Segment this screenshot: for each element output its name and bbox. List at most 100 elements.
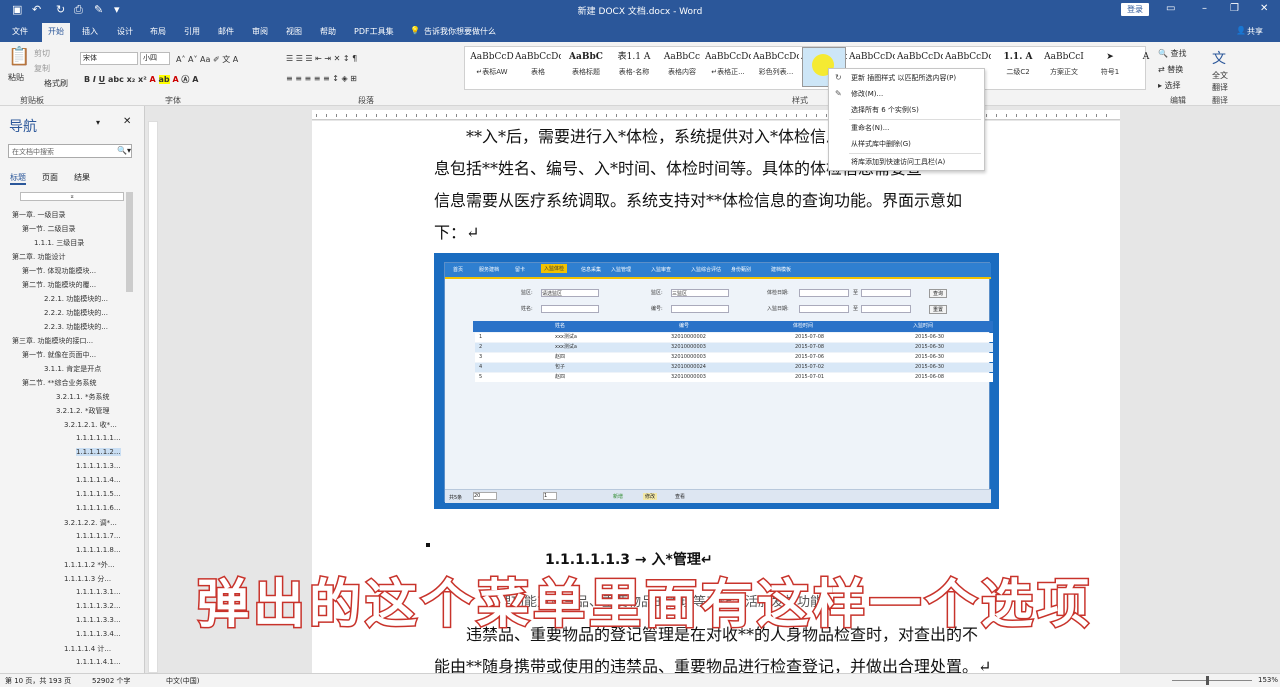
nav-heading-item[interactable]: 第二章. 功能设计 bbox=[12, 252, 65, 262]
style-item[interactable]: AaBbCcD ↵表标AW bbox=[469, 47, 515, 85]
nav-heading-item[interactable]: 1.1.1.1.1.1... bbox=[76, 434, 121, 442]
nav-heading-item[interactable]: 1.1.1.1.4.1... bbox=[76, 658, 121, 666]
nav-heading-item[interactable]: 1.1.1.1.3.2... bbox=[76, 602, 121, 610]
menu-remove-from-gallery[interactable]: 从样式库中删除(G) bbox=[851, 139, 911, 149]
nav-heading-item[interactable]: 第一节. 体现功能模块... bbox=[22, 266, 96, 276]
nav-heading-item[interactable]: 1.1.1.1.1.8... bbox=[76, 546, 121, 554]
nav-heading-item[interactable]: 3.2.1.2. *政管理 bbox=[56, 406, 109, 416]
page-count[interactable]: 第 10 页，共 193 页 bbox=[5, 676, 71, 686]
nav-heading-item[interactable]: 1.1.1.1.3.1... bbox=[76, 588, 121, 596]
word-count[interactable]: 52902 个字 bbox=[92, 676, 131, 686]
nav-heading-item[interactable]: 3.2.1.2.2. 调*... bbox=[64, 518, 117, 528]
nav-options-icon[interactable]: ▾ bbox=[96, 118, 100, 127]
restore-icon[interactable]: ❐ bbox=[1230, 3, 1239, 14]
app-window: 首页 服务建档 留卡 入监体检 信息采集 入监管理 入监审查 入监综合评估 身份甄别 建档模板 监… bbox=[444, 262, 993, 503]
nav-heading-item[interactable]: 3.2.1.1. *务系统 bbox=[56, 392, 109, 402]
language[interactable]: 中文(中国) bbox=[166, 676, 199, 686]
login-button[interactable]: 登录 bbox=[1121, 3, 1149, 16]
tab-view[interactable]: 视图 bbox=[286, 26, 302, 37]
nav-heading-item[interactable]: 2.2.1. 功能模块的... bbox=[44, 294, 108, 304]
zoom-slider-thumb[interactable] bbox=[1206, 676, 1209, 685]
translate-icon[interactable]: 文 bbox=[1212, 48, 1226, 68]
nav-heading-item[interactable]: 1.1.1.1.1.6... bbox=[76, 504, 121, 512]
nav-heading-item[interactable]: 1.1.1.1.2 *外... bbox=[64, 560, 115, 570]
search-icon[interactable]: 🔍▾ bbox=[117, 146, 131, 155]
tab-insert[interactable]: 插入 bbox=[82, 26, 98, 37]
nav-heading-item[interactable]: 第一节. 就像在页面中... bbox=[22, 350, 96, 360]
menu-rename[interactable]: 重命名(N)... bbox=[851, 123, 889, 133]
nav-heading-item[interactable]: 第二节. **综合业务系统 bbox=[22, 378, 96, 388]
full-translate-label2[interactable]: 翻译 bbox=[1212, 82, 1228, 93]
align-buttons[interactable]: ≡ ≡ ≡ ≡ ≡ ↕ ◈ ⊞ bbox=[286, 74, 357, 83]
find-button[interactable]: 🔍 查找 bbox=[1158, 48, 1187, 59]
replace-button[interactable]: ⇄ 替换 bbox=[1158, 64, 1183, 75]
nav-heading-item[interactable]: 3.2.1.2.1. 收*... bbox=[64, 420, 117, 430]
font-size-controls-icon[interactable]: A˄ A˅ Aa ✐ 文 A bbox=[176, 54, 238, 65]
nav-heading-item[interactable]: 第一节. 二级目录 bbox=[22, 224, 75, 234]
tab-mailings[interactable]: 邮件 bbox=[218, 26, 234, 37]
nav-heading-item[interactable]: 1.1.1.1.4 计... bbox=[64, 644, 111, 654]
nav-heading-item[interactable]: 第三章. 功能模块的接口... bbox=[12, 336, 93, 346]
app-filter: 入监日期: bbox=[767, 306, 789, 312]
menu-update-style[interactable]: 更新 插图样式 以匹配所选内容(P) bbox=[851, 73, 956, 83]
style-item[interactable]: AaBbCcDc 彩色列表... bbox=[753, 47, 799, 85]
nav-heading-item[interactable]: 1.1.1.1.1.5... bbox=[76, 490, 121, 498]
nav-tab-pages[interactable]: 页面 bbox=[42, 172, 58, 183]
nav-heading-item[interactable]: 1.1.1.1.1.3... bbox=[76, 462, 121, 470]
ribbon-options-icon[interactable]: ▭ bbox=[1166, 3, 1175, 14]
nav-heading-item[interactable]: 1.1.1. 三级目录 bbox=[34, 238, 84, 248]
font-name-select[interactable]: 宋体 bbox=[80, 52, 138, 65]
zoom-level[interactable]: 153% bbox=[1258, 676, 1278, 684]
cut-button[interactable]: 剪切 bbox=[34, 48, 50, 59]
nav-close-icon[interactable]: ✕ bbox=[123, 116, 131, 127]
tab-home[interactable]: 开始 bbox=[42, 23, 70, 42]
tab-design[interactable]: 设计 bbox=[117, 26, 133, 37]
nav-tab-headings[interactable]: 标题 bbox=[10, 172, 26, 185]
tab-help[interactable]: 帮助 bbox=[320, 26, 336, 37]
font-format-buttons[interactable]: B I U abc x₂ x² A ab A Ⓐ A bbox=[84, 74, 198, 85]
nav-heading-item[interactable]: 1.1.1.1.3.4... bbox=[76, 630, 121, 638]
nav-heading-item[interactable]: 1.1.1.1.1.7... bbox=[76, 532, 121, 540]
style-item[interactable]: AaBbC 表格标题 bbox=[563, 47, 609, 85]
nav-heading-item[interactable]: 3.1.1. 肯定是开点 bbox=[44, 364, 101, 374]
menu-modify[interactable]: 修改(M)... bbox=[851, 89, 883, 99]
nav-heading-item[interactable]: 第二节. 功能模块的覆... bbox=[22, 280, 96, 290]
style-item[interactable]: 1.1. A 二级C2 bbox=[995, 47, 1041, 85]
nav-search-input[interactable]: 在文档中搜索 🔍▾ bbox=[8, 144, 132, 158]
nav-scroll-up[interactable]: ⌅ bbox=[20, 192, 124, 201]
menu-select-all-instances[interactable]: 选择所有 6 个实例(S) bbox=[851, 105, 919, 115]
zoom-slider[interactable] bbox=[1172, 680, 1252, 681]
tab-file[interactable]: 文件 bbox=[12, 26, 28, 37]
font-size-select[interactable]: 小四 bbox=[140, 52, 170, 65]
nav-heading-item[interactable]: 1.1.1.1.1.4... bbox=[76, 476, 121, 484]
style-item[interactable]: AaBbCcI 方案正文 bbox=[1041, 47, 1087, 85]
list-buttons[interactable]: ☰ ☰ ☰ ⇤ ⇥ ✕ ↕ ¶ bbox=[286, 54, 357, 63]
style-item[interactable]: AaBbCcDc ↵表格正... bbox=[705, 47, 751, 85]
menu-add-to-quick-access[interactable]: 将库添加到快速访问工具栏(A) bbox=[851, 157, 945, 167]
tab-layout[interactable]: 布局 bbox=[150, 26, 166, 37]
minimize-icon[interactable]: – bbox=[1202, 3, 1207, 14]
nav-heading-item[interactable]: 第一章. 一级目录 bbox=[12, 210, 65, 220]
paste-icon[interactable]: 📋 bbox=[8, 46, 30, 67]
close-icon[interactable]: ✕ bbox=[1260, 3, 1268, 14]
tab-review[interactable]: 审阅 bbox=[252, 26, 268, 37]
full-translate-label[interactable]: 全文 bbox=[1212, 70, 1228, 81]
nav-heading-item[interactable]: 2.2.2. 功能模块的... bbox=[44, 308, 108, 318]
copy-button[interactable]: 复制 bbox=[34, 63, 50, 74]
select-button[interactable]: ▸ 选择 bbox=[1158, 80, 1181, 91]
nav-heading-item[interactable]: 2.2.3. 功能模块的... bbox=[44, 322, 108, 332]
tab-pdf-tools[interactable]: PDF工具集 bbox=[354, 26, 394, 37]
nav-heading-item[interactable]: 1.1.1.1.3 分... bbox=[64, 574, 111, 584]
nav-tab-results[interactable]: 结果 bbox=[74, 172, 90, 183]
nav-heading-item[interactable]: 1.1.1.1.3.3... bbox=[76, 616, 121, 624]
paste-label[interactable]: 粘贴 bbox=[8, 72, 24, 83]
style-item[interactable]: 表1.1 A 表格-名称 bbox=[611, 47, 657, 85]
style-item[interactable]: AaBbCc 表格内容 bbox=[659, 47, 705, 85]
nav-heading-item[interactable]: 1.1.1.1.1.2... bbox=[76, 448, 121, 456]
tab-references[interactable]: 引用 bbox=[184, 26, 200, 37]
share-button[interactable]: 共享 bbox=[1247, 26, 1263, 37]
style-item[interactable]: AaBbCcDc 表格 bbox=[515, 47, 561, 85]
tell-me-search[interactable]: 告诉我你想要做什么 bbox=[424, 26, 496, 37]
nav-scrollbar[interactable] bbox=[126, 192, 133, 292]
format-painter-button[interactable]: 格式刷 bbox=[44, 78, 68, 89]
